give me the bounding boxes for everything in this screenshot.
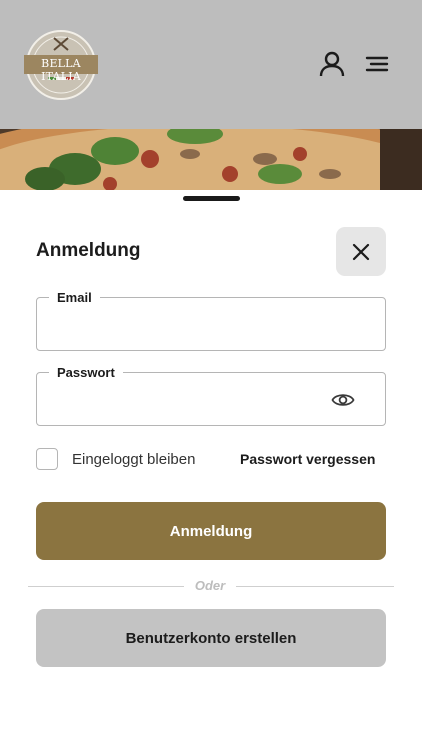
divider-line-left: [28, 586, 184, 587]
pizza-hero-image: [0, 129, 422, 191]
divider-text: Oder: [194, 578, 226, 593]
password-label: Passwort: [49, 365, 123, 380]
forgot-password-link[interactable]: Passwort vergessen: [240, 451, 375, 467]
login-screen: BELLA ITALIA Anmeldung Email Passwort Ei…: [0, 0, 422, 750]
close-button[interactable]: [336, 227, 386, 276]
login-sheet: Anmeldung Email Passwort Eingeloggt blei…: [0, 190, 422, 750]
page-title: Anmeldung: [36, 240, 141, 261]
email-field[interactable]: Email: [36, 290, 386, 351]
remember-me[interactable]: Eingeloggt bleiben: [36, 448, 236, 470]
app-header: BELLA ITALIA: [0, 0, 422, 129]
login-button[interactable]: Anmeldung: [36, 502, 386, 560]
email-input[interactable]: [53, 314, 323, 336]
password-field[interactable]: Passwort: [36, 365, 386, 426]
remember-me-checkbox[interactable]: [36, 448, 58, 470]
or-divider: Oder: [28, 578, 394, 594]
remember-me-label: Eingeloggt bleiben: [72, 450, 196, 468]
eye-icon[interactable]: [331, 390, 355, 410]
close-icon: [352, 243, 370, 260]
divider-line-right: [236, 586, 394, 587]
create-account-button[interactable]: Benutzerkonto erstellen: [36, 609, 386, 667]
email-label: Email: [49, 290, 100, 305]
bella-italia-logo[interactable]: BELLA ITALIA: [22, 28, 100, 102]
logo-wordmark: BELLA ITALIA: [41, 57, 81, 83]
sheet-drag-handle[interactable]: [183, 196, 240, 201]
hamburger-menu-icon[interactable]: [364, 54, 390, 76]
password-input[interactable]: [53, 389, 323, 411]
user-icon[interactable]: [318, 50, 346, 78]
